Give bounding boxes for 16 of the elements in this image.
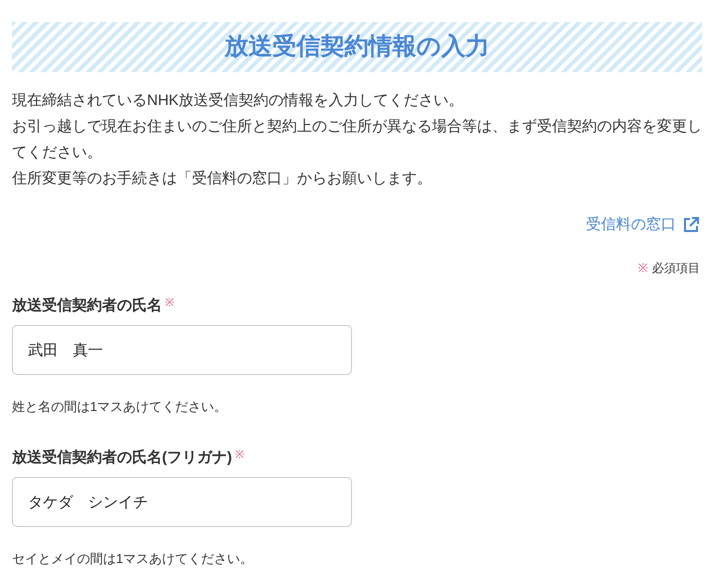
- text-field[interactable]: タケダ シンイチ: [12, 477, 352, 527]
- intro-text: 住所変更等のお手続きは「受信料の窓口」からお願いします。: [12, 169, 433, 189]
- field-label: 放送受信契約者の氏名(フリガナ): [12, 448, 232, 468]
- required-mark: ※: [638, 260, 648, 276]
- page-title: 放送受信契約情報の入力: [224, 32, 490, 62]
- intro-text: お引っ越しで現在お住まいのご住所と契約上のご住所が異なる場合等は、まず受信契約の内容を変更してください。: [12, 117, 702, 163]
- field-label: 放送受信契約者の氏名: [12, 296, 162, 316]
- intro-text: 現在締結されているNHK放送受信契約の情報を入力してください。: [12, 91, 465, 111]
- field-hint: セイとメイの間は1マスあけてください。: [12, 550, 254, 568]
- external-link[interactable]: 受信料の窓口: [586, 214, 700, 236]
- field-hint: 姓と名の間は1マスあけてください。: [12, 398, 228, 416]
- required-mark: ※: [165, 296, 174, 310]
- text-field[interactable]: 武田 真一: [12, 325, 352, 375]
- required-note: 必須項目: [652, 260, 700, 276]
- required-mark: ※: [235, 448, 244, 462]
- external-link-icon: [682, 216, 700, 234]
